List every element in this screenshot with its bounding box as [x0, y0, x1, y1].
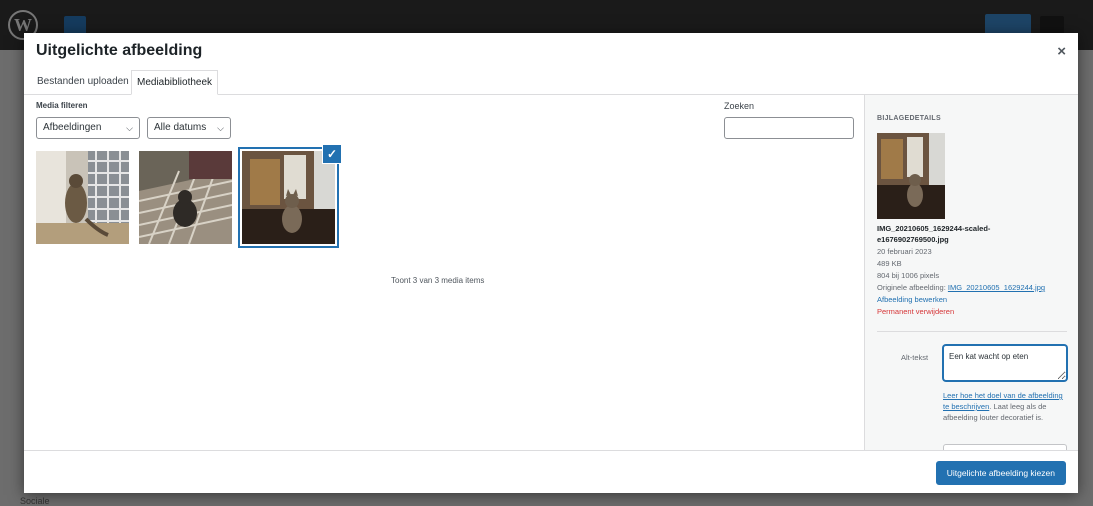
- alt-text-help: Leer hoe het doel van de afbeelding te b…: [943, 390, 1071, 423]
- alt-text-field[interactable]: Een kat wacht op eten: [943, 345, 1067, 381]
- attachment-size: 489 KB: [877, 259, 902, 268]
- chevron-down-icon: ⌵: [126, 123, 133, 133]
- sidebar-divider: [877, 331, 1067, 332]
- media-item-cat-photo-3[interactable]: [242, 151, 335, 244]
- attachment-details-heading: BIJLAGEDETAILS: [877, 115, 941, 122]
- search-label: Zoeken: [724, 101, 755, 111]
- delete-permanently-link[interactable]: Permanent verwijderen: [877, 306, 1075, 317]
- attachment-preview: [877, 133, 945, 219]
- media-type-select[interactable]: Afbeeldingen ⌵: [36, 117, 140, 139]
- attachment-details-sidebar: BIJLAGEDETAILS IMG_20210605_1629244-scal…: [864, 95, 1078, 450]
- search-input[interactable]: [724, 117, 854, 139]
- modal-title: Uitgelichte afbeelding: [36, 42, 203, 59]
- attachment-date: 20 februari 2023: [877, 247, 932, 256]
- modal-toolbar: Uitgelichte afbeelding kiezen: [24, 450, 1078, 493]
- alt-text-label: Alt-tekst: [901, 353, 929, 362]
- media-filter-label: Media filteren: [36, 101, 88, 110]
- cat-photo-2-icon: [139, 151, 232, 244]
- attachment-dimensions: 804 bij 1006 pixels: [877, 271, 940, 280]
- original-image-link[interactable]: IMG_20210605_1629244.jpg: [948, 283, 1045, 292]
- original-label: Originele afbeelding:: [877, 283, 948, 292]
- background-label: Sociale: [20, 496, 50, 506]
- selected-check-icon[interactable]: ✓: [323, 145, 341, 163]
- media-type-value: Afbeeldingen: [43, 122, 102, 133]
- tab-media-library[interactable]: Mediabibliotheek: [131, 70, 219, 95]
- attachment-original: Originele afbeelding: IMG_20210605_16292…: [877, 282, 1075, 293]
- media-date-select[interactable]: Alle datums ⌵: [147, 117, 231, 139]
- edit-image-link[interactable]: Afbeelding bewerken: [877, 294, 1075, 305]
- media-item-cat-photo-1[interactable]: [36, 151, 129, 244]
- cat-photo-1-icon: [36, 151, 129, 244]
- cat-photo-3-icon: [242, 151, 335, 244]
- media-count-text: Toont 3 van 3 media items: [391, 276, 485, 285]
- attachment-filename-line1: IMG_20210605_1629244-scaled-: [877, 224, 991, 233]
- media-tabs: Bestanden uploaden Mediabibliotheek: [24, 70, 1078, 95]
- choose-featured-image-button[interactable]: Uitgelichte afbeelding kiezen: [935, 461, 1066, 485]
- attachments-browser: Media filteren Afbeeldingen ⌵ Alle datum…: [24, 95, 864, 450]
- media-item-cat-photo-2[interactable]: [139, 151, 232, 244]
- chevron-down-icon: ⌵: [217, 123, 224, 133]
- close-icon[interactable]: ×: [1057, 43, 1066, 60]
- media-date-value: Alle datums: [154, 122, 207, 133]
- cat-preview-icon: [877, 133, 945, 219]
- attachment-filename-line2: e1676902769500.jpg: [877, 235, 949, 244]
- tab-upload-files[interactable]: Bestanden uploaden: [32, 70, 134, 95]
- featured-image-modal: Uitgelichte afbeelding × Bestanden uploa…: [24, 33, 1078, 493]
